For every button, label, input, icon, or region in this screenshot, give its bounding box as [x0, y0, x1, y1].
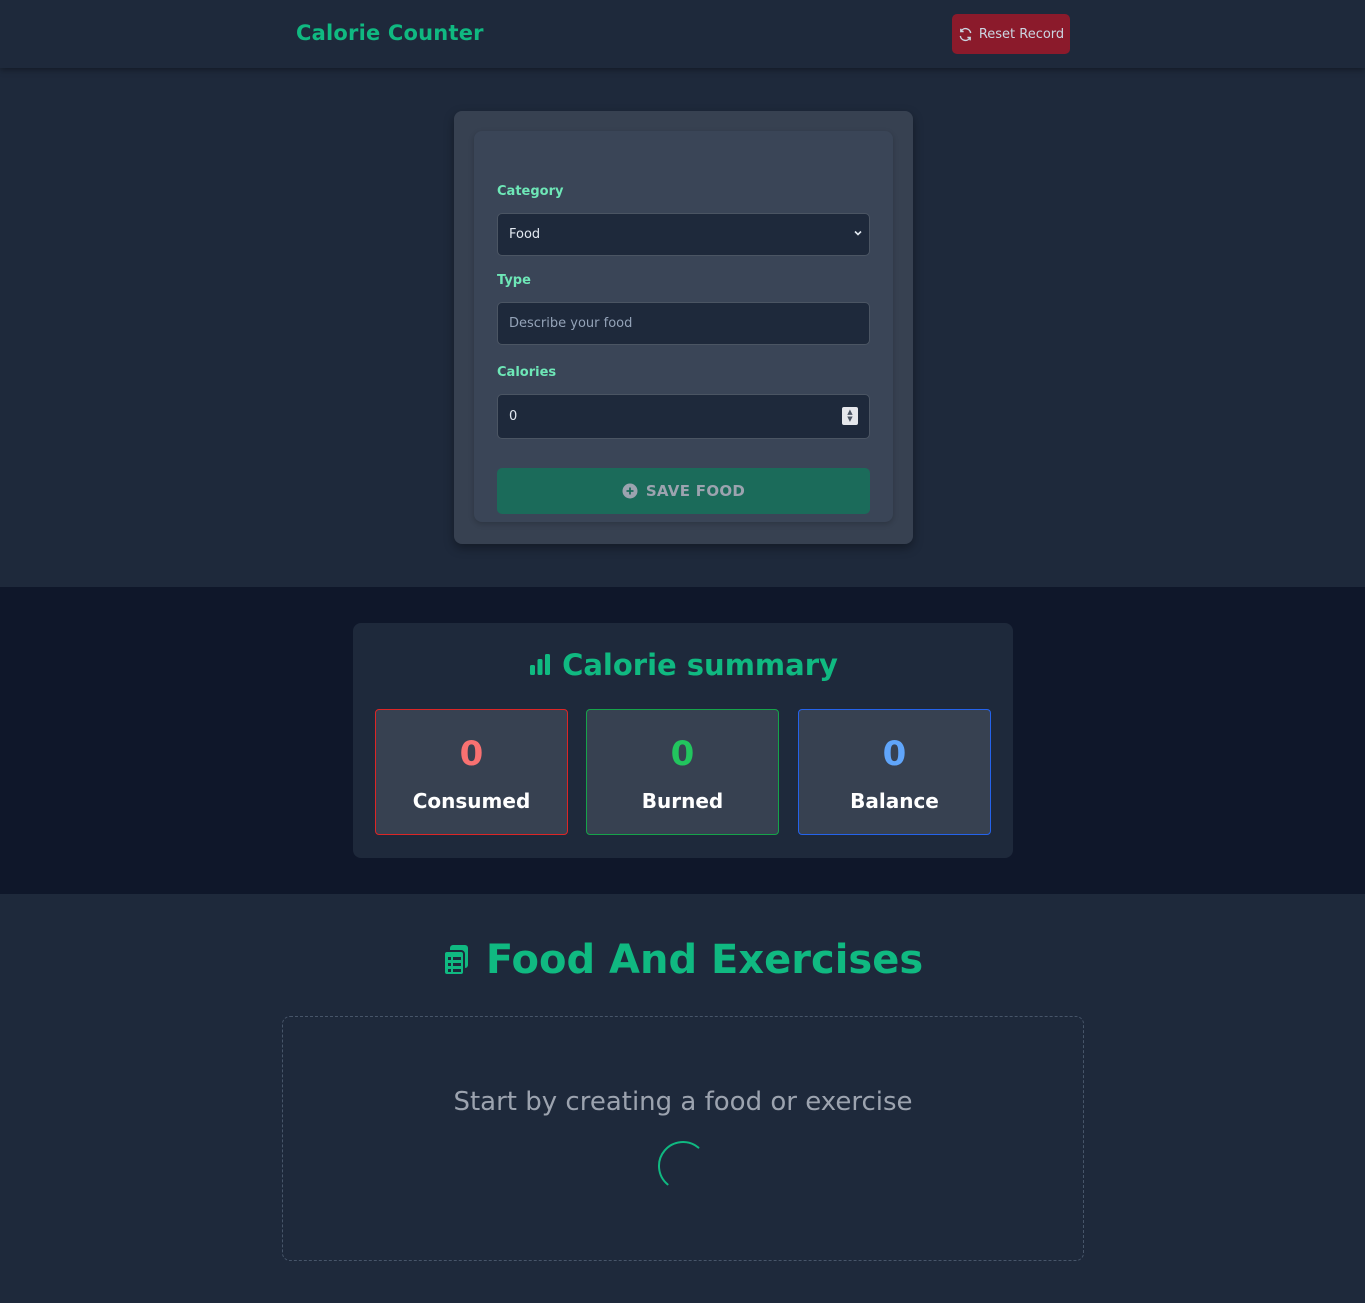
bar-chart-icon	[530, 654, 551, 675]
calories-stepper[interactable]: ▲ ▼	[842, 407, 858, 425]
save-food-label: SAVE FOOD	[645, 482, 746, 500]
app-title: Calorie Counter	[296, 21, 484, 45]
save-food-button[interactable]: SAVE FOOD	[497, 468, 870, 514]
chevron-down-icon	[854, 230, 862, 236]
calories-input[interactable]: 0 ▲ ▼	[497, 394, 870, 439]
balance-value: 0	[882, 734, 907, 774]
summary-title: Calorie summary	[562, 648, 838, 682]
balance-card: 0 Balance	[798, 709, 991, 835]
reset-record-button[interactable]: Reset Record	[952, 14, 1070, 54]
entry-form: Category Food Type Describe your food Ca…	[474, 131, 893, 522]
type-placeholder: Describe your food	[509, 316, 633, 331]
spinner-icon	[658, 1141, 700, 1186]
summary-card: Calorie summary 0 Consumed 0 Burned 0 Ba…	[353, 623, 1013, 858]
list-title: Food And Exercises	[485, 937, 924, 983]
list-heading: Food And Exercises	[0, 937, 1365, 983]
calories-value: 0	[509, 409, 518, 424]
consumed-value: 0	[459, 734, 484, 774]
entry-form-card: Category Food Type Describe your food Ca…	[454, 111, 913, 544]
type-input[interactable]: Describe your food	[497, 302, 870, 345]
plus-circle-icon	[622, 483, 638, 499]
top-navbar: Calorie Counter Reset Record	[0, 0, 1365, 68]
burned-value: 0	[670, 734, 695, 774]
refresh-icon	[959, 27, 972, 41]
balance-label: Balance	[850, 789, 939, 813]
burned-card: 0 Burned	[586, 709, 779, 835]
reset-record-label: Reset Record	[978, 26, 1065, 42]
summary-section: Calorie summary 0 Consumed 0 Burned 0 Ba…	[0, 587, 1365, 894]
clipboard-list-icon	[442, 945, 468, 976]
consumed-label: Consumed	[412, 789, 531, 813]
type-label: Type	[497, 273, 531, 288]
burned-label: Burned	[641, 789, 724, 813]
summary-heading: Calorie summary	[353, 648, 1013, 682]
category-selected-value: Food	[509, 227, 541, 242]
calories-label: Calories	[497, 365, 557, 380]
category-label: Category	[497, 184, 564, 199]
category-select[interactable]: Food	[497, 213, 870, 256]
consumed-card: 0 Consumed	[375, 709, 568, 835]
empty-state-text: Start by creating a food or exercise	[453, 1087, 913, 1117]
stepper-down-icon[interactable]: ▼	[847, 416, 852, 423]
entries-empty-state: Start by creating a food or exercise	[282, 1016, 1084, 1261]
